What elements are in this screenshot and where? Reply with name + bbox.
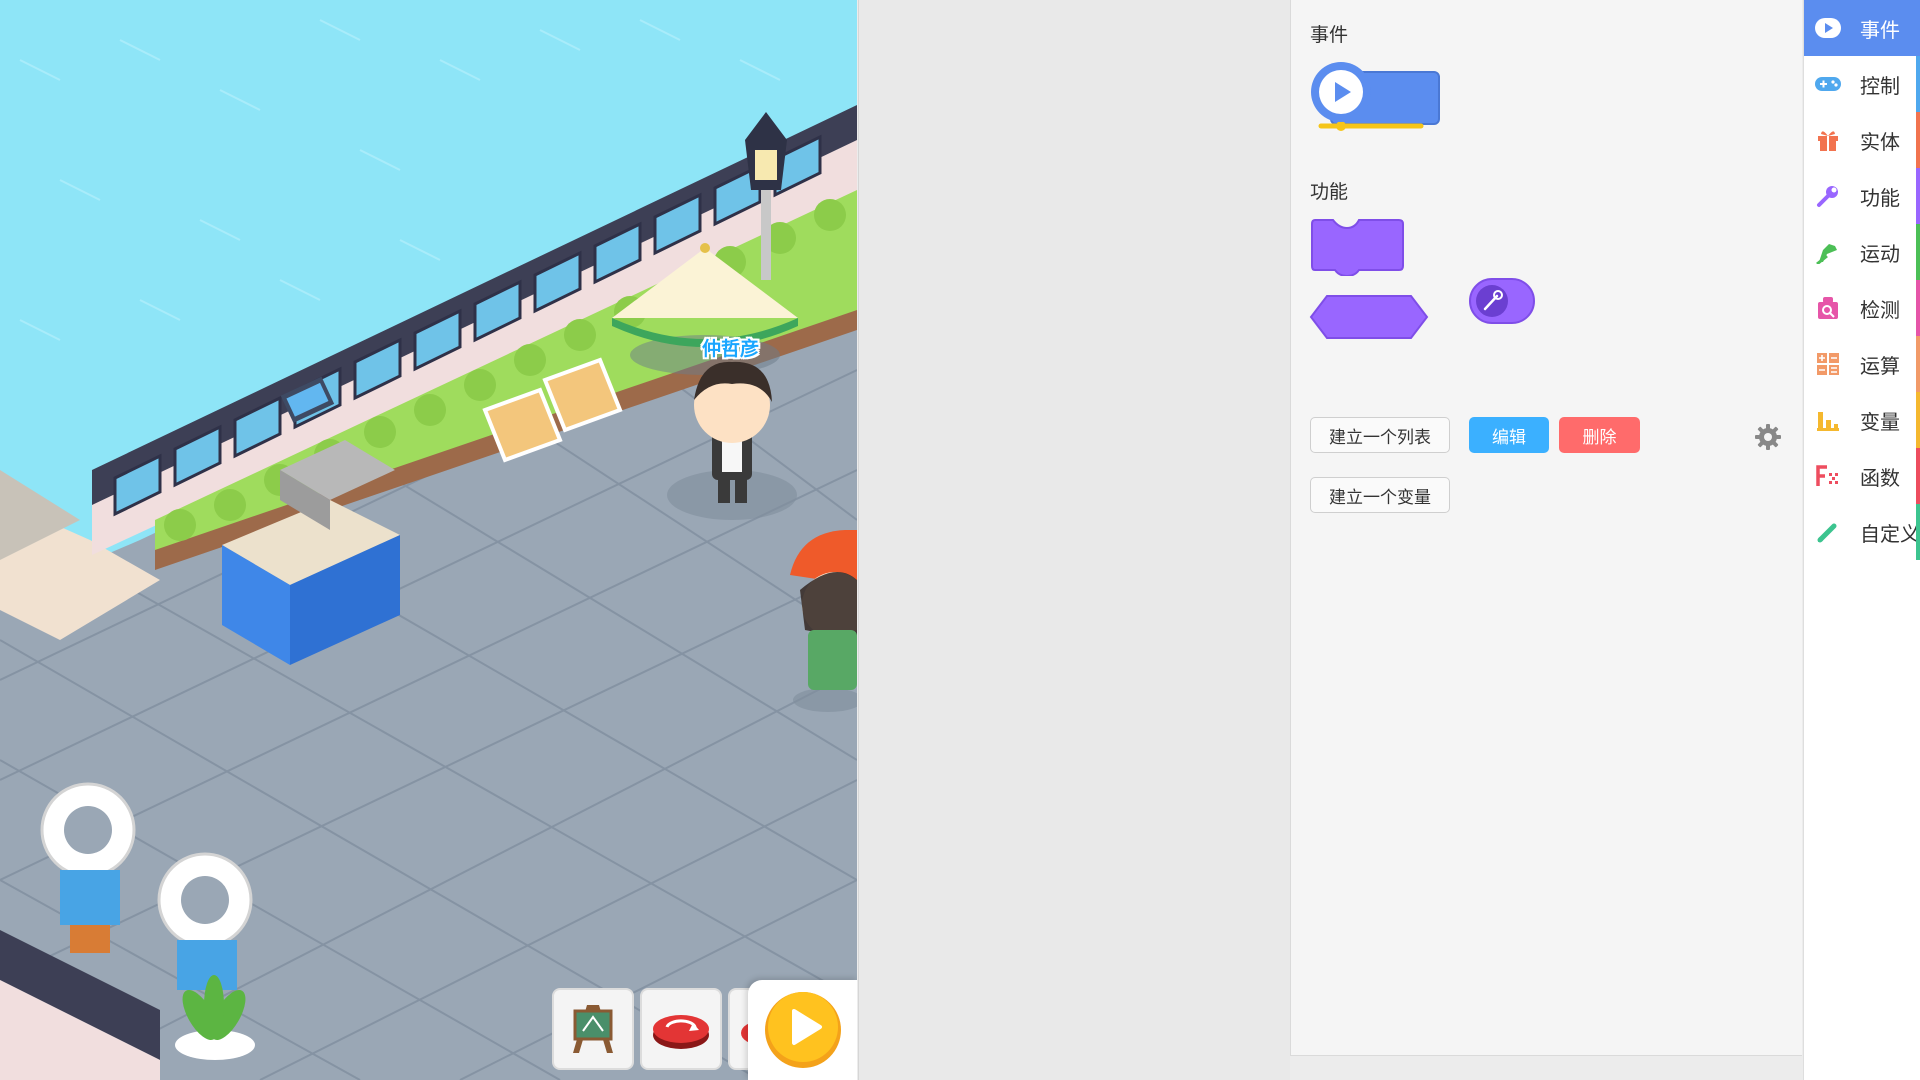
block-palette: 事件 功能 建立一个列表 编辑 删除 建立一个变量 bbox=[1290, 0, 1802, 1056]
run-button[interactable] bbox=[748, 980, 857, 1080]
function-reporter-block[interactable] bbox=[1469, 278, 1535, 324]
category-color-bar bbox=[1916, 224, 1920, 280]
play-icon bbox=[1814, 14, 1842, 42]
category-item-function[interactable]: 功能 bbox=[1804, 168, 1920, 224]
category-item-motion[interactable]: 运动 bbox=[1804, 224, 1920, 280]
category-item-custom[interactable]: 自定义 bbox=[1804, 504, 1920, 560]
edit-button[interactable]: 编辑 bbox=[1469, 417, 1549, 453]
event-start-block[interactable] bbox=[1309, 60, 1449, 136]
gamepad-icon bbox=[1814, 70, 1842, 98]
pen-icon bbox=[1814, 518, 1842, 546]
delete-button[interactable]: 删除 bbox=[1559, 417, 1640, 453]
play-icon bbox=[765, 992, 841, 1068]
category-item-control[interactable]: 控制 bbox=[1804, 56, 1920, 112]
gift-icon bbox=[1814, 126, 1842, 154]
category-item-operators[interactable]: 运算 bbox=[1804, 336, 1920, 392]
category-item-events[interactable]: 事件 bbox=[1804, 0, 1920, 56]
category-color-bar bbox=[1916, 280, 1920, 336]
category-color-bar bbox=[1916, 336, 1920, 392]
function-hexagon-block[interactable] bbox=[1309, 294, 1429, 340]
create-variable-button[interactable]: 建立一个变量 bbox=[1310, 477, 1450, 513]
category-item-entity[interactable]: 实体 bbox=[1804, 112, 1920, 168]
category-color-bar bbox=[1916, 168, 1920, 224]
category-color-bar bbox=[1916, 448, 1920, 504]
shoe-icon bbox=[1814, 238, 1842, 266]
function-statement-block[interactable] bbox=[1311, 218, 1405, 276]
reset-tool-button[interactable] bbox=[640, 988, 722, 1070]
category-color-bar bbox=[1916, 112, 1920, 168]
gear-icon[interactable] bbox=[1753, 422, 1783, 452]
reset-icon bbox=[653, 1015, 709, 1049]
category-color-bar bbox=[1916, 56, 1920, 112]
game-scene bbox=[0, 0, 857, 1080]
game-stage[interactable]: 仲哲彦 bbox=[0, 0, 857, 1080]
function-icon bbox=[1814, 462, 1842, 490]
calculator-icon bbox=[1814, 350, 1842, 378]
category-color-bar bbox=[1916, 504, 1920, 560]
bar-chart-icon bbox=[1814, 406, 1842, 434]
function-section-title: 功能 bbox=[1310, 182, 1349, 203]
create-list-button[interactable]: 建立一个列表 bbox=[1310, 417, 1450, 453]
detect-icon bbox=[1814, 294, 1842, 322]
stage-toolbar bbox=[552, 988, 768, 1070]
category-item-variables[interactable]: 变量 bbox=[1804, 392, 1920, 448]
category-sidebar: 事件 控制 实体 功能 运动 检测 运算 变量 函数 自定义 bbox=[1803, 0, 1920, 1080]
easel-icon bbox=[573, 1005, 613, 1053]
code-workspace[interactable] bbox=[858, 0, 1290, 1080]
events-section-title: 事件 bbox=[1310, 25, 1349, 46]
category-item-functions[interactable]: 函数 bbox=[1804, 448, 1920, 504]
category-item-detect[interactable]: 检测 bbox=[1804, 280, 1920, 336]
wrench-icon bbox=[1814, 182, 1842, 210]
category-color-bar bbox=[1916, 392, 1920, 448]
easel-tool-button[interactable] bbox=[552, 988, 634, 1070]
player-name-label: 仲哲彦 bbox=[702, 338, 760, 360]
